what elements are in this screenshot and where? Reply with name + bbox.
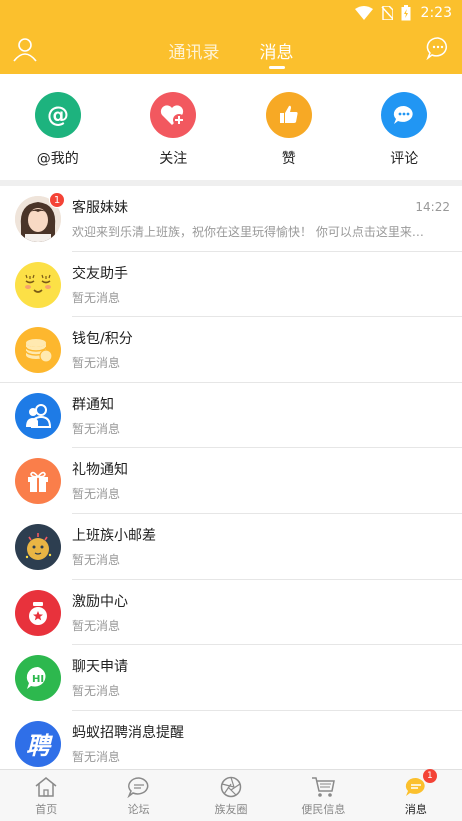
nav-messages[interactable]: 1 消息 <box>370 768 462 821</box>
heart-add-icon <box>150 92 197 138</box>
nav-label-circle: 族友圈 <box>214 802 248 816</box>
message-title: 上班族小邮差 <box>72 527 156 544</box>
message-texts: 激励中心 暂无消息 <box>72 592 450 634</box>
reward-icon <box>15 589 61 636</box>
avatar-girl-icon: 1 <box>15 192 65 242</box>
nav-label-home: 首页 <box>35 802 58 816</box>
message-title: 激励中心 <box>72 593 128 610</box>
message-title: 客服妹妹 <box>72 200 128 216</box>
mailman-icon <box>15 523 61 570</box>
message-texts: 群通知 暂无消息 <box>72 395 450 437</box>
hire-icon: 聘 <box>15 720 61 767</box>
message-title: 群通知 <box>72 396 114 413</box>
message-texts: 客服妹妹 欢迎来到乐清上班族，祝你在这里玩得愉快！ 你可以点击这里来… <box>72 198 450 240</box>
message-row-gift[interactable]: 礼物通知 暂无消息 <box>0 448 462 514</box>
message-preview: 暂无消息 <box>72 684 121 699</box>
no-sim-icon <box>381 6 393 20</box>
wifi-icon <box>354 6 373 20</box>
forum-icon <box>126 775 152 799</box>
status-time: 2:23 <box>420 5 452 21</box>
nav-unread-badge: 1 <box>422 768 437 783</box>
message-title: 蚂蚁招聘消息提醒 <box>72 724 184 741</box>
quick-actions: @ @我的 关注 赞 评论 <box>0 74 462 180</box>
message-preview: 暂无消息 <box>72 552 121 567</box>
nav-label-messages: 消息 <box>404 802 427 816</box>
message-texts: 礼物通知 暂无消息 <box>72 460 450 502</box>
message-row-friend-assistant[interactable]: 交友助手 暂无消息 <box>0 252 462 318</box>
quick-label-follow: 关注 <box>159 151 188 167</box>
message-preview: 暂无消息 <box>72 356 121 371</box>
message-row-recruit[interactable]: 聘 蚂蚁招聘消息提醒 暂无消息 <box>0 711 462 777</box>
message-title: 交友助手 <box>72 265 128 282</box>
message-preview: 暂无消息 <box>72 749 121 764</box>
cart-icon <box>310 775 336 799</box>
nav-label-forum: 论坛 <box>127 802 150 816</box>
thumbs-up-icon <box>265 92 312 138</box>
message-texts: 上班族小邮差 暂无消息 <box>72 526 450 568</box>
battery-icon <box>401 5 411 21</box>
quick-label-at-me: @我的 <box>36 151 79 167</box>
svg-text:@: @ <box>47 103 69 128</box>
aperture-icon <box>218 775 244 799</box>
quick-label-comment: 评论 <box>390 151 419 167</box>
coins-icon <box>15 327 61 374</box>
quick-follow[interactable]: 关注 <box>127 92 219 168</box>
message-time: 14:22 <box>415 200 450 214</box>
hire-icon-text: 聘 <box>26 732 50 761</box>
hi-chat-icon: HI <box>15 655 61 702</box>
header-tabs: 通讯录 消息 <box>0 26 462 74</box>
chat-settings-button[interactable] <box>426 36 450 61</box>
status-bar: 2:23 <box>354 0 462 26</box>
message-icon: 1 <box>403 768 437 799</box>
top-header: 2:23 通讯录 消息 <box>0 0 462 74</box>
gift-icon <box>15 458 61 505</box>
message-title: 钱包/积分 <box>72 331 133 348</box>
message-preview: 暂无消息 <box>72 487 121 502</box>
quick-comment[interactable]: 评论 <box>358 92 450 168</box>
message-row-chat-request[interactable]: HI 聊天申请 暂无消息 <box>0 645 462 711</box>
message-texts: 钱包/积分 暂无消息 <box>72 329 450 371</box>
tab-contacts[interactable]: 通讯录 <box>169 26 220 74</box>
quick-at-me[interactable]: @ @我的 <box>12 92 104 168</box>
nav-services[interactable]: 便民信息 <box>277 770 369 821</box>
comment-icon <box>381 92 428 138</box>
nav-home[interactable]: 首页 <box>0 770 92 821</box>
message-texts: 交友助手 暂无消息 <box>72 264 450 306</box>
quick-like[interactable]: 赞 <box>243 92 335 168</box>
message-texts: 蚂蚁招聘消息提醒 暂无消息 <box>72 723 450 765</box>
message-title: 礼物通知 <box>72 462 128 479</box>
bottom-nav: 首页 论坛 族友圈 便民信息 1 消息 <box>0 768 462 821</box>
unread-badge: 1 <box>49 192 65 208</box>
message-row-wallet[interactable]: 钱包/积分 暂无消息 <box>0 317 462 383</box>
nav-forum[interactable]: 论坛 <box>92 770 184 821</box>
group-icon <box>15 392 61 439</box>
tab-messages[interactable]: 消息 <box>260 26 294 74</box>
message-texts: 聊天申请 暂无消息 <box>72 657 450 699</box>
sleepy-face-icon <box>15 261 61 308</box>
message-row-group-notice[interactable]: 群通知 暂无消息 <box>0 383 462 449</box>
title-bar: 通讯录 消息 <box>0 26 462 74</box>
chat-bubble-icon <box>426 37 447 61</box>
message-preview: 欢迎来到乐清上班族，祝你在这里玩得愉快！ 你可以点击这里来… <box>72 225 424 239</box>
message-row-customer-service[interactable]: 1 客服妹妹 欢迎来到乐清上班族，祝你在这里玩得愉快！ 你可以点击这里来… 14… <box>0 186 462 252</box>
message-list: 1 客服妹妹 欢迎来到乐清上班族，祝你在这里玩得愉快！ 你可以点击这里来… 14… <box>0 186 462 776</box>
nav-label-services: 便民信息 <box>301 802 346 816</box>
message-preview: 暂无消息 <box>72 421 121 436</box>
message-title: 聊天申请 <box>72 659 128 676</box>
home-icon <box>33 775 59 799</box>
message-preview: 暂无消息 <box>72 290 121 305</box>
svg-text:HI: HI <box>32 674 44 685</box>
at-icon: @ <box>34 92 81 138</box>
quick-label-like: 赞 <box>281 151 296 167</box>
nav-circle[interactable]: 族友圈 <box>185 770 277 821</box>
message-preview: 暂无消息 <box>72 618 121 633</box>
message-row-reward-center[interactable]: 激励中心 暂无消息 <box>0 580 462 646</box>
message-row-mailman[interactable]: 上班族小邮差 暂无消息 <box>0 514 462 580</box>
